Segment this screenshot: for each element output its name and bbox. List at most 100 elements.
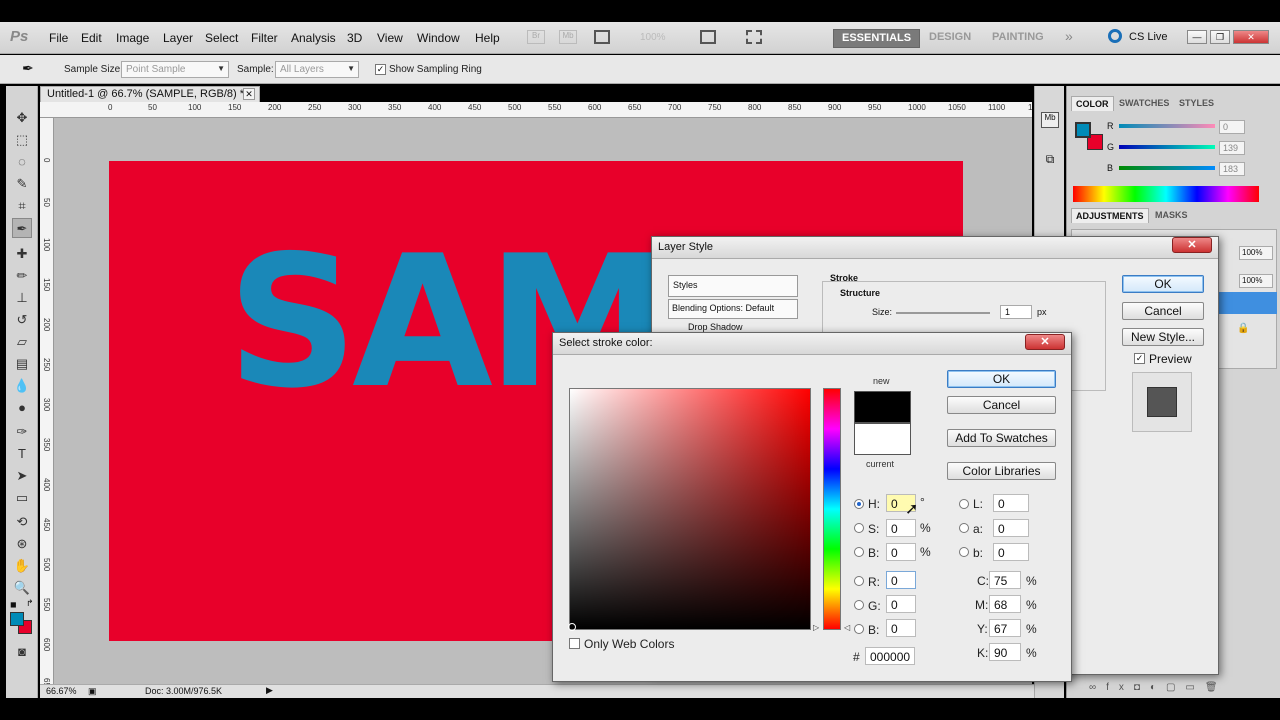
g-radio[interactable] bbox=[854, 600, 864, 610]
layer-style-cancel-button[interactable]: Cancel bbox=[1122, 302, 1204, 320]
blending-options-item[interactable]: Blending Options: Default bbox=[668, 299, 798, 319]
foreground-color-swatch[interactable] bbox=[10, 612, 24, 626]
marquee-tool-icon[interactable]: ⬚ bbox=[12, 130, 32, 150]
b-value[interactable]: 183 bbox=[1219, 162, 1245, 176]
m-field[interactable]: 68 bbox=[989, 595, 1021, 613]
eraser-tool-icon[interactable]: ▱ bbox=[12, 332, 32, 352]
color-libraries-button[interactable]: Color Libraries bbox=[947, 462, 1056, 480]
dodge-tool-icon[interactable]: ● bbox=[12, 398, 32, 418]
l-radio[interactable] bbox=[959, 499, 969, 509]
s-field[interactable]: 0 bbox=[886, 519, 916, 537]
menu-window[interactable]: Window bbox=[417, 31, 460, 45]
a-radio[interactable] bbox=[959, 523, 969, 533]
menu-select[interactable]: Select bbox=[205, 31, 238, 45]
s-radio[interactable] bbox=[854, 523, 864, 533]
close-tab-icon[interactable]: ✕ bbox=[243, 88, 255, 100]
cs-live-label[interactable]: CS Live bbox=[1129, 31, 1168, 43]
eyedropper-tool-icon[interactable]: ✒ bbox=[12, 218, 32, 238]
panel-foreground-swatch[interactable] bbox=[1075, 122, 1091, 138]
layer-fill-field[interactable]: 100% bbox=[1239, 274, 1273, 288]
gradient-tool-icon[interactable]: ▤ bbox=[12, 354, 32, 374]
close-window-button[interactable]: ✕ bbox=[1233, 30, 1269, 44]
layer-style-close-button[interactable]: ✕ bbox=[1172, 237, 1212, 253]
picker-ok-button[interactable]: OK bbox=[947, 370, 1056, 388]
arrange-documents-icon[interactable] bbox=[700, 30, 716, 44]
color-picker-titlebar[interactable]: Select stroke color: bbox=[553, 333, 1071, 355]
menu-layer[interactable]: Layer bbox=[163, 31, 193, 45]
sample-size-select[interactable]: Point Sample ▼ bbox=[121, 61, 229, 78]
screen-mode-icon[interactable] bbox=[746, 30, 762, 44]
r-radio[interactable] bbox=[854, 576, 864, 586]
status-preview-icon[interactable]: ▣ bbox=[88, 686, 97, 697]
g-field[interactable]: 0 bbox=[886, 595, 916, 613]
size-field[interactable]: 1 bbox=[1000, 305, 1032, 319]
menu-3d[interactable]: 3D bbox=[347, 31, 362, 45]
quick-select-tool-icon[interactable]: ✎ bbox=[12, 174, 32, 194]
c-field[interactable]: 75 bbox=[989, 571, 1021, 589]
b-slider[interactable] bbox=[1119, 166, 1215, 170]
layer-opacity-field[interactable]: 100% bbox=[1239, 246, 1273, 260]
workspace-painting[interactable]: PAINTING bbox=[984, 29, 1052, 48]
healing-brush-icon[interactable]: ✚ bbox=[12, 244, 32, 264]
tab-masks[interactable]: MASKS bbox=[1151, 208, 1192, 222]
selected-layer-row[interactable] bbox=[1217, 292, 1277, 314]
hue-left-arrow-icon[interactable]: ▷ bbox=[813, 623, 819, 632]
clone-stamp-icon[interactable]: ⊥ bbox=[12, 288, 32, 308]
tab-styles[interactable]: STYLES bbox=[1175, 96, 1218, 110]
menu-help[interactable]: Help bbox=[475, 31, 500, 45]
crop-tool-icon[interactable]: ⌗ bbox=[12, 196, 32, 216]
restore-button[interactable]: ❐ bbox=[1210, 30, 1230, 44]
quick-mask-icon[interactable]: ◙ bbox=[12, 642, 32, 662]
current-color-swatch[interactable] bbox=[854, 423, 911, 455]
blur-tool-icon[interactable]: 💧 bbox=[12, 376, 32, 396]
only-web-colors-checkbox[interactable] bbox=[569, 638, 580, 649]
a-field[interactable]: 0 bbox=[993, 519, 1029, 537]
path-select-icon[interactable]: ➤ bbox=[12, 466, 32, 486]
color-field[interactable] bbox=[569, 388, 811, 630]
lab-b-field[interactable]: 0 bbox=[993, 543, 1029, 561]
k-field[interactable]: 90 bbox=[989, 643, 1021, 661]
picker-cancel-button[interactable]: Cancel bbox=[947, 396, 1056, 414]
workspace-design[interactable]: DESIGN bbox=[921, 29, 979, 48]
show-ring-checkbox[interactable]: ✓ bbox=[375, 64, 386, 75]
pen-tool-icon[interactable]: ✑ bbox=[12, 422, 32, 442]
zoom-tool-icon[interactable]: 🔍 bbox=[12, 578, 32, 598]
styles-header[interactable]: Styles bbox=[668, 275, 798, 297]
preview-checkbox[interactable]: ✓ bbox=[1134, 353, 1145, 364]
blue-radio[interactable] bbox=[854, 624, 864, 634]
status-zoom[interactable]: 66.67% bbox=[46, 686, 77, 696]
workspace-essentials[interactable]: ESSENTIALS bbox=[833, 29, 921, 48]
layers-footer-icons[interactable]: ∞fx◘◐▢▭🗑 bbox=[1089, 682, 1228, 693]
lasso-tool-icon[interactable]: ◌ bbox=[12, 152, 32, 172]
g-value[interactable]: 139 bbox=[1219, 141, 1245, 155]
l-field[interactable]: 0 bbox=[993, 494, 1029, 512]
r-slider[interactable] bbox=[1119, 124, 1215, 128]
lab-b-radio[interactable] bbox=[959, 547, 969, 557]
new-style-button[interactable]: New Style... bbox=[1122, 328, 1204, 346]
g-slider[interactable] bbox=[1119, 145, 1215, 149]
minimize-button[interactable]: — bbox=[1187, 30, 1207, 44]
layer-style-ok-button[interactable]: OK bbox=[1122, 275, 1204, 293]
zoom-level[interactable]: 100% bbox=[640, 32, 666, 43]
history-panel-icon[interactable]: ⧉ bbox=[1041, 152, 1059, 170]
menu-analysis[interactable]: Analysis bbox=[291, 31, 336, 45]
minibridge-icon[interactable]: Mb bbox=[559, 30, 577, 44]
shape-tool-icon[interactable]: ▭ bbox=[12, 488, 32, 508]
3d-rotate-icon[interactable]: ⟲ bbox=[12, 512, 32, 532]
menu-view[interactable]: View bbox=[377, 31, 403, 45]
status-arrow-icon[interactable]: ▶ bbox=[266, 685, 273, 696]
workspace-more-icon[interactable]: » bbox=[1065, 28, 1073, 44]
b-radio[interactable] bbox=[854, 547, 864, 557]
move-tool-icon[interactable]: ✥ bbox=[12, 108, 32, 128]
tab-swatches[interactable]: SWATCHES bbox=[1115, 96, 1173, 110]
hue-right-arrow-icon[interactable]: ◁ bbox=[844, 623, 850, 632]
type-tool-icon[interactable]: T bbox=[12, 444, 32, 464]
hex-field[interactable]: 000000 bbox=[865, 647, 915, 665]
r-value[interactable]: 0 bbox=[1219, 120, 1245, 134]
r-field[interactable]: 0 bbox=[886, 571, 916, 589]
y-field[interactable]: 67 bbox=[989, 619, 1021, 637]
default-colors-icon[interactable]: ◼ bbox=[10, 600, 17, 609]
color-field-cursor[interactable] bbox=[568, 623, 576, 631]
brightness-field[interactable]: 0 bbox=[886, 543, 916, 561]
sample-select[interactable]: All Layers ▼ bbox=[275, 61, 359, 78]
